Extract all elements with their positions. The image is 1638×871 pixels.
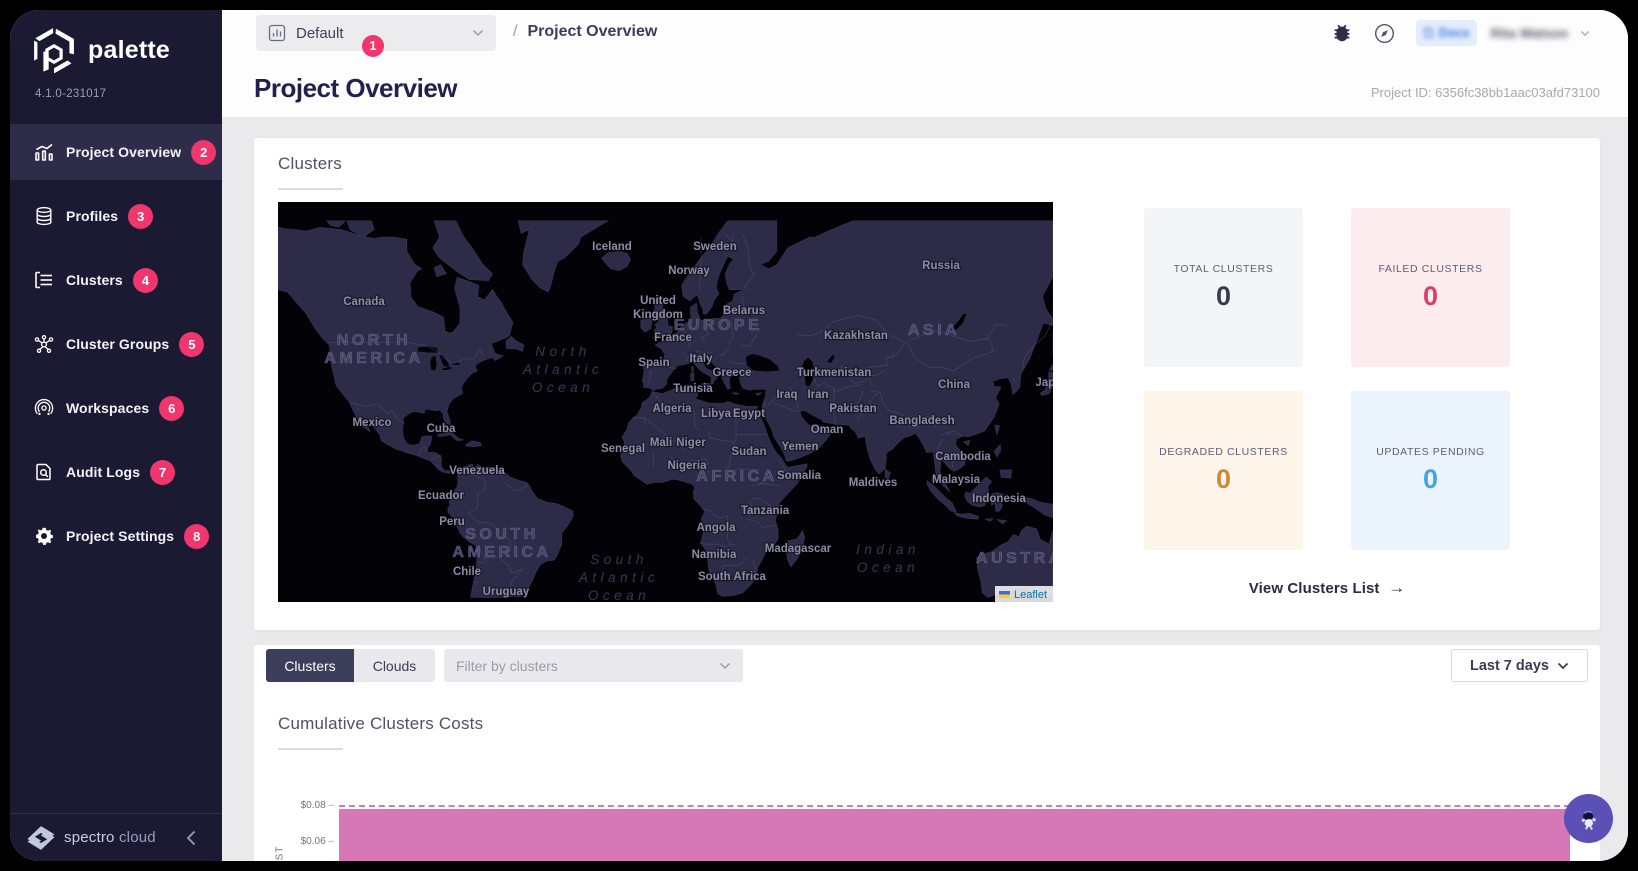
svg-text:NORTH: NORTH — [337, 332, 411, 349]
svg-text:Canada: Canada — [343, 296, 385, 308]
svg-text:Niger: Niger — [676, 437, 706, 449]
svg-text:Namibia: Namibia — [692, 549, 737, 561]
svg-text:Madagascar: Madagascar — [765, 543, 832, 555]
svg-text:South Africa: South Africa — [698, 571, 767, 583]
svg-text:AMERICA: AMERICA — [324, 350, 423, 367]
svg-text:Sudan: Sudan — [731, 446, 766, 458]
svg-text:Leaflet: Leaflet — [1014, 589, 1047, 601]
svg-text:Mexico: Mexico — [353, 417, 392, 429]
svg-text:Tunisia: Tunisia — [673, 383, 713, 395]
svg-text:Yemen: Yemen — [781, 441, 818, 453]
svg-text:SOUTH: SOUTH — [465, 526, 539, 543]
svg-text:Ocean: Ocean — [588, 588, 650, 602]
svg-text:Iraq: Iraq — [776, 389, 797, 401]
svg-text:North: North — [535, 344, 591, 359]
svg-text:United: United — [640, 295, 676, 307]
svg-text:Japan: Japan — [1035, 377, 1053, 389]
svg-text:Malaysia: Malaysia — [932, 474, 981, 486]
svg-text:Greece: Greece — [712, 367, 751, 379]
svg-text:France: France — [654, 332, 692, 344]
svg-text:Cambodia: Cambodia — [935, 451, 991, 463]
svg-text:Kingdom: Kingdom — [633, 309, 683, 321]
svg-text:AFRICA: AFRICA — [696, 468, 777, 485]
svg-text:Senegal: Senegal — [601, 443, 645, 455]
svg-text:Mali: Mali — [650, 437, 672, 449]
svg-text:Nigeria: Nigeria — [668, 460, 708, 472]
svg-text:Italy: Italy — [689, 353, 713, 365]
svg-text:Libya: Libya — [701, 408, 732, 420]
svg-text:Iceland: Iceland — [592, 241, 632, 253]
svg-text:Spain: Spain — [638, 357, 669, 369]
svg-text:Turkmenistan: Turkmenistan — [797, 367, 872, 379]
svg-text:Egypt: Egypt — [733, 408, 765, 420]
svg-text:Norway: Norway — [668, 265, 710, 277]
svg-text:AMERICA: AMERICA — [452, 544, 551, 561]
svg-text:Bangladesh: Bangladesh — [889, 415, 954, 427]
svg-text:Russia: Russia — [922, 260, 960, 272]
svg-text:Indonesia: Indonesia — [972, 493, 1026, 505]
svg-text:Pakistan: Pakistan — [829, 403, 876, 415]
svg-text:Tanzania: Tanzania — [741, 505, 790, 517]
svg-text:Oman: Oman — [811, 424, 844, 436]
svg-text:Peru: Peru — [439, 516, 465, 528]
svg-text:Venezuela: Venezuela — [449, 465, 505, 477]
svg-text:Atlantic: Atlantic — [522, 362, 603, 377]
svg-text:Kazakhstan: Kazakhstan — [824, 330, 888, 342]
svg-text:Uruguay: Uruguay — [483, 586, 530, 598]
svg-text:Indian: Indian — [856, 542, 920, 557]
svg-text:AUSTRALIA: AUSTRALIA — [976, 550, 1053, 567]
svg-text:Ocean: Ocean — [857, 560, 919, 575]
svg-text:ASIA: ASIA — [908, 322, 960, 339]
svg-text:Iran: Iran — [807, 389, 828, 401]
svg-text:Sweden: Sweden — [693, 241, 736, 253]
svg-text:Ocean: Ocean — [532, 380, 594, 395]
svg-text:China: China — [938, 379, 971, 391]
svg-text:Somalia: Somalia — [777, 470, 822, 482]
svg-text:Belarus: Belarus — [723, 305, 765, 317]
svg-text:South: South — [590, 552, 648, 567]
svg-text:Ecuador: Ecuador — [418, 490, 465, 502]
svg-text:Atlantic: Atlantic — [578, 570, 659, 585]
svg-text:Maldives: Maldives — [849, 477, 898, 489]
svg-text:Cuba: Cuba — [427, 423, 456, 435]
svg-text:Chile: Chile — [453, 566, 481, 578]
svg-text:Algeria: Algeria — [653, 403, 693, 415]
svg-text:Angola: Angola — [697, 522, 737, 534]
